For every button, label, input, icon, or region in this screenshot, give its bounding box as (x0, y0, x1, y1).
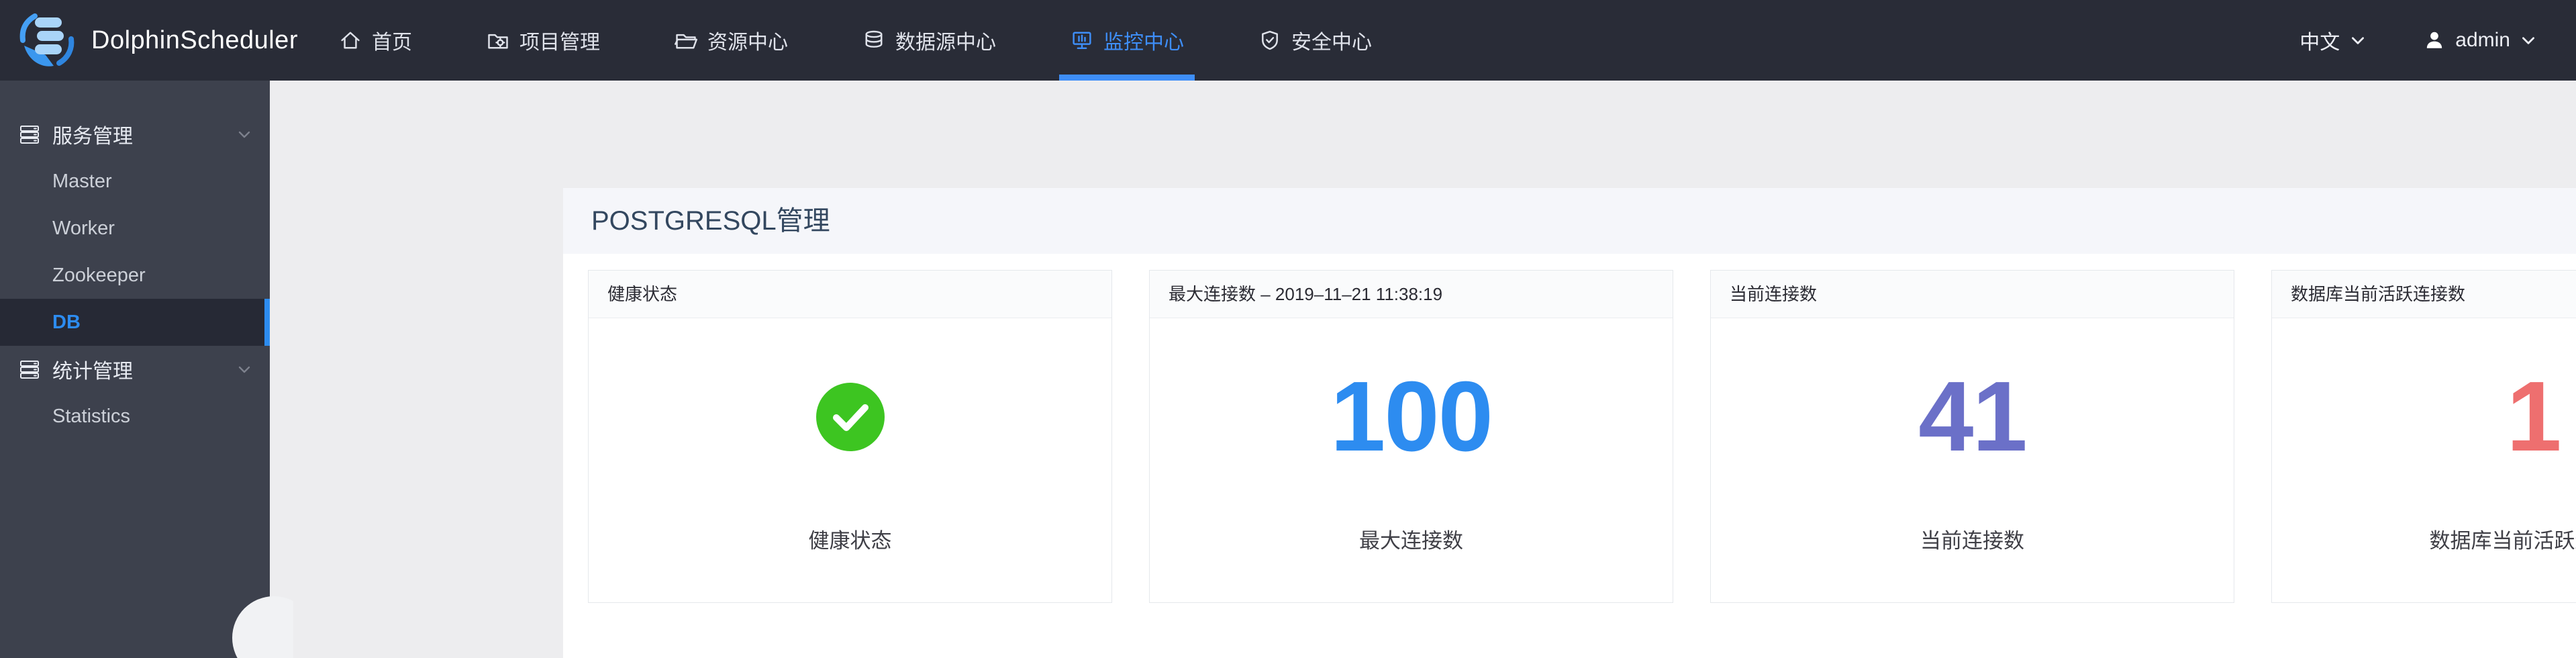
chevron-down-icon (238, 131, 250, 138)
card-value: 41 (1918, 361, 2028, 472)
nav-item-projects[interactable]: 项目管理 (475, 0, 611, 81)
sidebar-item-db[interactable]: DB (0, 299, 270, 346)
nav-item-security[interactable]: 安全中心 (1247, 0, 1383, 81)
card-label: 当前连接数 (1920, 529, 2024, 553)
card-body: 1 数据库当前活跃连接数 (2272, 318, 2576, 602)
sidebar-item-master[interactable]: Master (0, 158, 270, 205)
nav-item-label: 项目管理 (519, 32, 600, 54)
sidebar: 服务管理 Master Worker Zookeeper DB 统计管理 Sta… (0, 81, 270, 658)
card-body: 健康状态 (589, 318, 1111, 602)
datasource-icon (865, 30, 883, 48)
title-band: POSTGRESQL管理 (563, 188, 2576, 254)
card-label: 数据库当前活跃连接数 (2429, 529, 2576, 553)
sidebar-group-service-manage[interactable]: 服务管理 (0, 111, 270, 158)
nav-item-label: 数据源中心 (895, 32, 996, 54)
top-navbar: DolphinScheduler 首页 项目管理 资源中心 数据源中心 监控中心 (0, 0, 2576, 81)
sidebar-item-worker[interactable]: Worker (0, 205, 270, 252)
user-icon (2427, 32, 2442, 48)
card-header: 当前连接数 (1711, 271, 2234, 318)
sidebar-item-zookeeper[interactable]: Zookeeper (0, 252, 270, 299)
page-title: POSTGRESQL管理 (591, 206, 830, 236)
health-check-icon (815, 383, 885, 451)
sidebar-group-label: 服务管理 (52, 126, 133, 148)
nav-item-datasource[interactable]: 数据源中心 (851, 0, 1007, 81)
card-current-connections: 当前连接数 41 当前连接数 (1710, 270, 2234, 603)
sidebar-item-label: Worker (52, 217, 115, 239)
nav-item-resources[interactable]: 资源中心 (663, 0, 799, 81)
card-body: 100 最大连接数 (1150, 318, 1673, 602)
card-active-connections: 数据库当前活跃连接数 1 数据库当前活跃连接数 (2271, 270, 2576, 603)
servers-icon (20, 126, 39, 144)
metric-cards: 健康状态 健康状态 最大连接数 – 2019–11–21 11:38:19 10… (588, 270, 2576, 603)
content-panel: POSTGRESQL管理 健康状态 健康状态 最大连接数 – 2019–11–2… (563, 188, 2576, 658)
card-max-connections: 最大连接数 – 2019–11–21 11:38:19 100 最大连接数 (1149, 270, 1673, 603)
project-icon (488, 34, 508, 49)
monitor-icon (1073, 32, 1091, 50)
chevron-down-icon (238, 366, 250, 373)
brand-name: DolphinScheduler (91, 26, 298, 54)
card-header: 数据库当前活跃连接数 (2272, 271, 2576, 318)
card-header: 健康状态 (589, 271, 1111, 318)
nav-item-monitor[interactable]: 监控中心 (1059, 0, 1195, 81)
brand[interactable]: DolphinScheduler (15, 7, 298, 74)
sidebar-item-statistics[interactable]: Statistics (0, 393, 270, 440)
language-switcher[interactable]: 中文 (2299, 26, 2367, 55)
home-icon (341, 32, 360, 49)
main-background: POSTGRESQL管理 健康状态 健康状态 最大连接数 – 2019–11–2… (270, 81, 2576, 658)
nav-item-label: 资源中心 (707, 32, 788, 54)
app-window: DolphinScheduler 首页 项目管理 资源中心 数据源中心 监控中心 (0, 0, 2576, 658)
card-label: 最大连接数 (1359, 529, 1463, 553)
card-value: 1 (2506, 361, 2561, 472)
dolphinscheduler-logo-icon (15, 7, 79, 75)
sidebar-item-label: Zookeeper (52, 264, 146, 286)
servers-icon (20, 361, 39, 379)
card-value: 100 (1330, 361, 1493, 472)
card-header: 最大连接数 – 2019–11–21 11:38:19 (1150, 271, 1673, 318)
chevron-down-icon (2352, 37, 2365, 44)
resources-icon (675, 34, 697, 49)
sidebar-item-label: Statistics (52, 405, 131, 427)
sidebar-wrap: 服务管理 Master Worker Zookeeper DB 统计管理 Sta… (0, 81, 293, 658)
card-value (815, 367, 886, 467)
card-label: 健康状态 (808, 529, 892, 553)
sidebar-group-label: 统计管理 (52, 361, 133, 383)
user-menu[interactable]: admin (2423, 29, 2537, 52)
card-health-status: 健康状态 健康状态 (588, 270, 1112, 603)
sidebar-item-label: DB (52, 311, 81, 333)
username-label: admin (2455, 29, 2510, 51)
nav-item-home[interactable]: 首页 (328, 0, 423, 81)
sidebar-item-label: Master (52, 170, 112, 192)
chevron-down-icon (2522, 37, 2534, 44)
nav-item-label: 首页 (372, 32, 412, 54)
nav-item-label: 监控中心 (1103, 32, 1184, 54)
navbar-right: 中文 admin (2299, 0, 2537, 81)
main-nav: 首页 项目管理 资源中心 数据源中心 监控中心 安全中心 (328, 0, 1383, 81)
sidebar-group-statistics-manage[interactable]: 统计管理 (0, 346, 270, 393)
security-icon (1262, 30, 1278, 50)
card-body: 41 当前连接数 (1711, 318, 2234, 602)
nav-item-label: 安全中心 (1291, 32, 1372, 54)
language-label: 中文 (2299, 32, 2340, 54)
